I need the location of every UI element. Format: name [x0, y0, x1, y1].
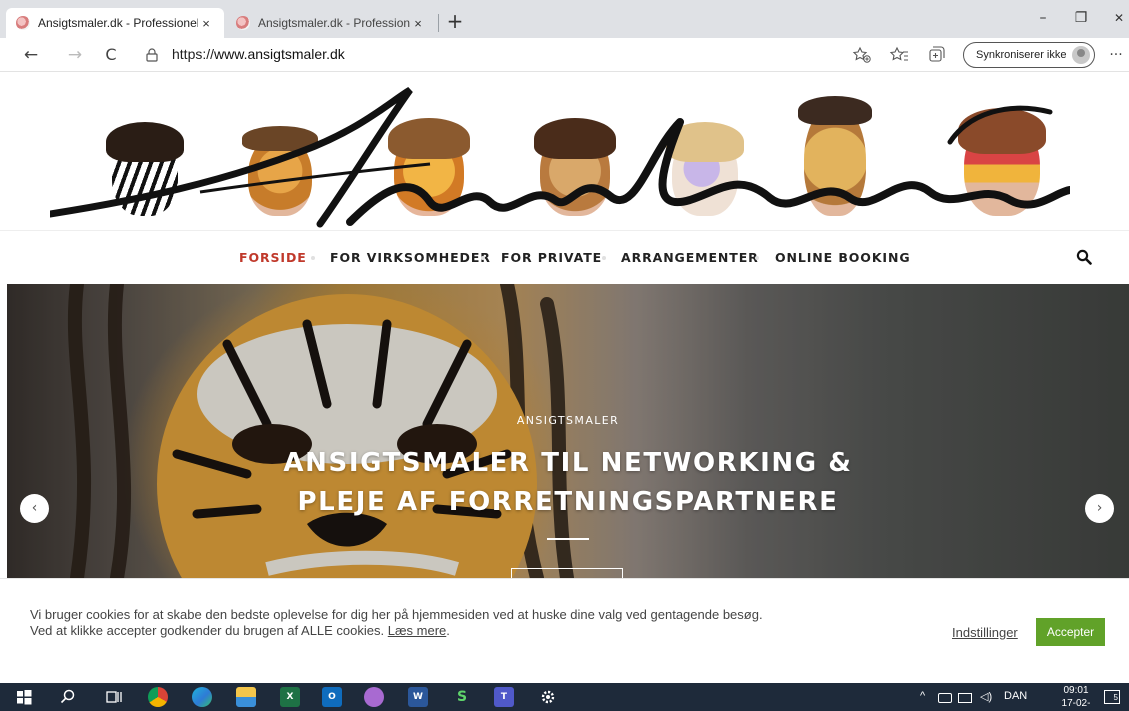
child-hair: [534, 118, 616, 160]
nav-item-arrangementer[interactable]: ARRANGEMENTER: [621, 250, 759, 265]
cookie-line-2-prefix: Ved at klikke accepter godkender du brug…: [30, 623, 385, 638]
nav-separator-dot: [481, 256, 485, 260]
cheetah-face-child-image: [534, 118, 616, 216]
settings-icon[interactable]: [538, 687, 558, 707]
butterfly-face-child-image: [666, 122, 744, 216]
nav-item-for-virksomheder[interactable]: FOR VIRKSOMHEDER: [330, 250, 491, 265]
excel-icon[interactable]: X: [280, 687, 300, 707]
outlook-icon[interactable]: O: [322, 687, 342, 707]
refresh-button[interactable]: C: [98, 43, 124, 67]
tab-close-icon[interactable]: ×: [410, 16, 426, 31]
nav-separator-dot: [602, 256, 606, 260]
taskbar-clock[interactable]: 09:01 17-02-2021: [1054, 684, 1098, 711]
url-host: www.ansigtsmaler.dk: [214, 46, 345, 62]
notification-center-icon[interactable]: 5: [1104, 690, 1120, 704]
hero-slider: ANSIGTSMALER ANSIGTSMALER TIL NETWORKING…: [7, 284, 1129, 578]
add-favorite-icon[interactable]: [850, 44, 874, 66]
windows-start-icon[interactable]: [14, 687, 34, 707]
browser-tab-inactive[interactable]: Ansigtsmaler.dk - Professionel A ×: [226, 8, 436, 38]
hero-title: ANSIGTSMALER TIL NETWORKING & PLEJE AF F…: [7, 444, 1129, 522]
favorites-icon[interactable]: [888, 44, 912, 66]
child-hair: [388, 118, 470, 160]
tab-title: Ansigtsmaler.dk - Professionel A: [38, 16, 198, 30]
windows-taskbar: X O W S T ^ ◁) DAN 09:01 17-02-2021 5: [0, 683, 1129, 711]
url-field[interactable]: https://www.ansigtsmaler.dk: [172, 46, 345, 62]
read-more-link[interactable]: Læs mere: [388, 623, 447, 638]
zebra-face-child-image: [106, 122, 184, 216]
task-view-icon[interactable]: [104, 687, 124, 707]
lock-icon[interactable]: [146, 48, 158, 62]
sync-profile-button[interactable]: Synkroniserer ikke: [963, 42, 1095, 68]
word-icon[interactable]: W: [408, 687, 428, 707]
giraffe-face-child-image: [798, 96, 872, 216]
leopard-face-child-image: [242, 126, 318, 216]
nav-item-forside[interactable]: FORSIDE: [239, 250, 307, 265]
cookie-message: Vi bruger cookies for at skabe den bedst…: [30, 607, 770, 639]
hero-cta-button[interactable]: [511, 568, 623, 578]
volume-icon[interactable]: ◁): [980, 690, 992, 703]
cookie-line-2-suffix: .: [446, 623, 450, 638]
child-hair: [666, 122, 744, 162]
slider-prev-button[interactable]: ‹: [20, 494, 49, 523]
teams-icon[interactable]: T: [494, 687, 514, 707]
accept-cookies-button[interactable]: Accepter: [1036, 618, 1105, 646]
hero-kicker: ANSIGTSMALER: [516, 414, 620, 427]
nav-separator-dot: [311, 256, 315, 260]
browser-tab-bar: Ansigtsmaler.dk - Professionel A × Ansig…: [0, 0, 1129, 38]
nav-item-for-private[interactable]: FOR PRIVATE: [501, 250, 602, 265]
cookie-consent-banner: Vi bruger cookies for at skabe den bedst…: [0, 578, 1129, 683]
screen: Ansigtsmaler.dk - Professionel A × Ansig…: [0, 0, 1129, 711]
tray-overflow-icon[interactable]: ^: [920, 690, 925, 702]
clock-date: 17-02-2021: [1061, 698, 1091, 709]
skype-icon[interactable]: S: [452, 687, 472, 707]
cookie-message-line-2: Ved at klikke accepter godkender du brug…: [30, 623, 770, 639]
taskbar-search-icon[interactable]: [58, 687, 78, 707]
collections-icon[interactable]: [924, 44, 948, 66]
site-logo-banner[interactable]: [0, 72, 1129, 230]
close-window-button[interactable]: ✕: [1104, 6, 1129, 30]
app-icon[interactable]: [364, 687, 384, 707]
tab-separator: [438, 14, 439, 32]
nav-item-online-booking[interactable]: ONLINE BOOKING: [775, 250, 911, 265]
forward-button[interactable]: →: [62, 43, 88, 67]
url-scheme: https://: [172, 46, 215, 62]
chrome-icon[interactable]: [148, 687, 168, 707]
search-icon[interactable]: [1076, 249, 1092, 265]
nav-separator-dot: [755, 256, 759, 260]
site-favicon: [16, 16, 30, 30]
profile-avatar-icon: [1072, 46, 1090, 64]
new-tab-button[interactable]: +: [444, 10, 466, 32]
child-hair: [106, 122, 184, 162]
child-hair: [958, 108, 1046, 154]
network-icon[interactable]: [958, 693, 972, 703]
language-indicator[interactable]: DAN: [1004, 690, 1027, 702]
hero-divider: [547, 538, 589, 540]
edge-icon[interactable]: [192, 687, 212, 707]
hero-title-line-1: ANSIGTSMALER TIL NETWORKING &: [283, 448, 853, 478]
superhero-face-child-image: [958, 108, 1046, 216]
file-explorer-icon[interactable]: [236, 687, 256, 707]
tab-close-icon[interactable]: ×: [198, 16, 214, 31]
minimize-button[interactable]: –: [1028, 6, 1058, 30]
tiger-face-child-image: [388, 118, 470, 216]
slider-next-button[interactable]: ›: [1085, 494, 1114, 523]
address-bar-row: ← → C https://www.ansigtsmaler.dk Synkro…: [0, 38, 1129, 72]
battery-icon[interactable]: [938, 693, 952, 703]
cookie-settings-link[interactable]: Indstillinger: [952, 625, 1018, 640]
cookie-message-line-1: Vi bruger cookies for at skabe den bedst…: [30, 607, 763, 622]
more-options-button[interactable]: ···: [1103, 43, 1129, 67]
child-hair: [242, 126, 318, 151]
hero-overlay: [7, 284, 1129, 578]
sync-label: Synkroniserer ikke: [976, 49, 1067, 61]
site-favicon: [236, 16, 250, 30]
restore-button[interactable]: ❐: [1066, 6, 1096, 30]
browser-tab-active[interactable]: Ansigtsmaler.dk - Professionel A ×: [6, 8, 224, 38]
hero-title-line-2: PLEJE AF FORRETNINGSPARTNERE: [297, 487, 839, 517]
tab-title: Ansigtsmaler.dk - Professionel A: [258, 16, 410, 30]
back-button[interactable]: ←: [18, 43, 44, 67]
clock-time: 09:01: [1063, 685, 1089, 696]
main-navigation: FORSIDE FOR VIRKSOMHEDER FOR PRIVATE ARR…: [0, 231, 1129, 284]
child-hair: [798, 96, 872, 126]
